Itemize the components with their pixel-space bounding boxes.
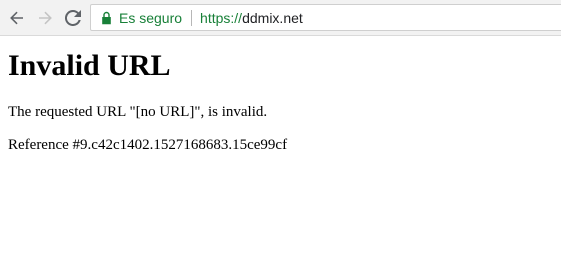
- address-bar[interactable]: Es seguro https://ddmix.net: [90, 4, 561, 31]
- error-message: The requested URL "[no URL]", is invalid…: [8, 104, 268, 120]
- page-title: Invalid URL: [8, 49, 171, 82]
- security-label[interactable]: Es seguro: [119, 10, 182, 26]
- url-host: ddmix.net: [242, 9, 303, 26]
- page-content: Invalid URL The requested URL "[no URL]"…: [0, 48, 561, 154]
- lock-icon[interactable]: [101, 11, 113, 25]
- url-text[interactable]: https://ddmix.net: [200, 10, 303, 26]
- omnibox-divider: [191, 9, 193, 26]
- back-button[interactable]: [6, 7, 28, 29]
- reload-button[interactable]: [62, 7, 84, 29]
- url-scheme: https://: [200, 9, 243, 26]
- reference-id: Reference #9.c42c1402.1527168683.15ce99c…: [8, 137, 288, 153]
- forward-button[interactable]: [34, 7, 56, 29]
- reload-icon: [65, 10, 81, 26]
- browser-toolbar: Es seguro https://ddmix.net: [0, 0, 561, 36]
- forward-arrow-icon: [37, 10, 53, 26]
- back-arrow-icon: [9, 10, 25, 26]
